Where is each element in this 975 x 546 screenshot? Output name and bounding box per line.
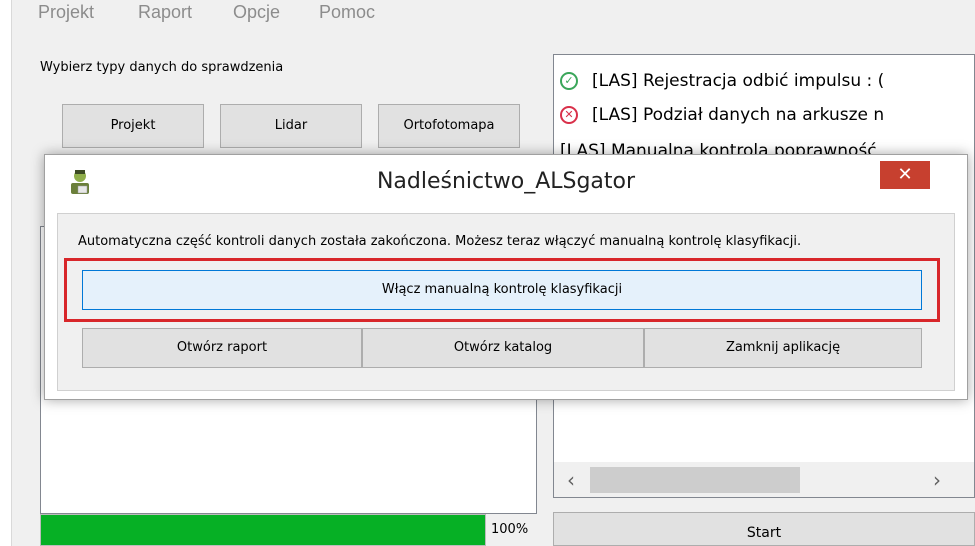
lidar-button[interactable]: Lidar (220, 104, 362, 148)
progress-label: 100% (491, 522, 529, 537)
log-entry-text: [LAS] Rejestracja odbić impulsu : ( (592, 71, 885, 91)
menu-item-projekt[interactable]: Projekt (38, 2, 94, 23)
log-entry-text: [LAS] Podział danych na arkusze n (592, 105, 885, 125)
close-icon[interactable]: ✕ (880, 161, 930, 189)
dialog-title: Nadleśnictwo_ALSgator (376, 169, 636, 194)
enable-manual-classification-button[interactable]: Włącz manualną kontrolę klasyfikacji (82, 270, 922, 310)
dialog-window: Nadleśnictwo_ALSgator ✕ Automatyczna czę… (44, 154, 968, 400)
open-report-button[interactable]: Otwórz raport (82, 328, 362, 368)
check-circle-icon: ✓ (560, 72, 578, 90)
dialog-message: Automatyczna część kontroli danych zosta… (78, 234, 802, 249)
data-type-label: Wybierz typy danych do sprawdzenia (40, 60, 284, 75)
x-circle-icon: ✕ (560, 106, 578, 124)
menu-item-opcje[interactable]: Opcje (233, 2, 280, 23)
progress-bar (40, 514, 486, 546)
horizontal-scrollbar[interactable]: ‹ › (553, 462, 975, 498)
dialog-titlebar[interactable]: Nadleśnictwo_ALSgator ✕ (45, 155, 967, 209)
window-left-edge (0, 0, 12, 546)
menu-item-raport[interactable]: Raport (138, 2, 192, 23)
scroll-right-icon[interactable]: › (926, 468, 948, 492)
open-folder-button[interactable]: Otwórz katalog (362, 328, 644, 368)
close-application-button[interactable]: Zamknij aplikację (644, 328, 922, 368)
projekt-button[interactable]: Projekt (62, 104, 204, 148)
ortofotomapa-button[interactable]: Ortofotomapa (378, 104, 520, 148)
menu-bar: Projekt Raport Opcje Pomoc (12, 0, 975, 34)
start-button[interactable]: Start (553, 512, 975, 546)
scroll-left-icon[interactable]: ‹ (560, 468, 582, 492)
scrollbar-thumb[interactable] (590, 467, 800, 493)
dialog-body: Automatyczna część kontroli danych zosta… (57, 213, 955, 391)
progress-bar-fill (41, 515, 485, 545)
menu-item-pomoc[interactable]: Pomoc (319, 2, 375, 23)
